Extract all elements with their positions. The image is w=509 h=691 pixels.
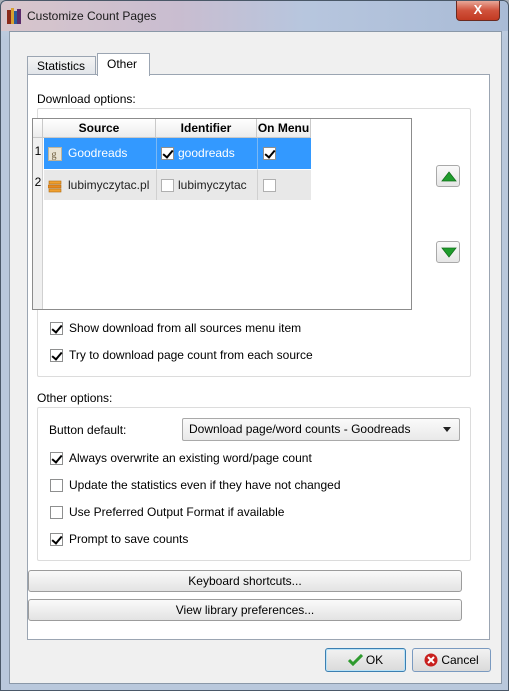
window-title: Customize Count Pages [27,9,157,23]
chevron-down-icon [443,427,451,432]
title-bar[interactable]: Customize Count Pages X [1,1,508,31]
always-overwrite-checkbox[interactable] [50,452,63,466]
prompt-save-option[interactable]: Prompt to save counts [50,532,189,547]
dialog-client: Statistics Other Download options: Sourc… [9,31,502,684]
sources-table[interactable]: Source Identifier On Menu 1 2 g Goodread… [32,118,412,310]
on-menu-checkbox[interactable] [263,179,276,193]
update-statistics-checkbox[interactable] [50,479,63,493]
always-overwrite-option[interactable]: Always overwrite an existing word/page c… [50,451,312,466]
option-label: Try to download page count from each sou… [69,348,313,362]
on-menu-cell[interactable] [257,138,311,169]
identifier-cell[interactable]: lubimyczytac [156,169,257,200]
identifier-cell[interactable]: goodreads [156,138,257,169]
download-options-label: Download options: [37,92,136,106]
down-arrow-icon [441,247,457,258]
identifier-checkbox[interactable] [161,179,174,193]
row-number: 2 [34,175,42,189]
source-cell[interactable]: g Goodreads [44,138,156,169]
button-default-select[interactable]: Download page/word counts - Goodreads [182,418,460,441]
column-header-source[interactable]: Source [43,119,156,138]
option-label: Update the statistics even if they have … [69,478,341,492]
book-stack-icon [47,180,62,193]
up-arrow-icon [441,171,457,182]
on-menu-cell[interactable] [257,169,311,200]
column-header-on-menu[interactable]: On Menu [257,119,311,138]
table-header: Source Identifier On Menu [33,119,411,138]
cancel-label: Cancel [441,653,479,667]
svg-text:g: g [52,149,57,160]
show-download-all-checkbox[interactable] [50,322,63,336]
identifier-checkbox[interactable] [161,147,174,161]
show-download-all-option[interactable]: Show download from all sources menu item [50,321,302,336]
on-menu-checkbox[interactable] [263,147,276,161]
update-statistics-option[interactable]: Update the statistics even if they have … [50,478,341,493]
option-label: Always overwrite an existing word/page c… [69,451,312,465]
goodreads-icon: g [48,146,62,161]
keyboard-shortcuts-button[interactable]: Keyboard shortcuts... [28,570,462,592]
checkmark-icon [347,653,363,666]
tab-statistics[interactable]: Statistics [27,56,96,76]
preferred-format-option[interactable]: Use Preferred Output Format if available [50,505,285,520]
cancel-button[interactable]: Cancel [412,648,491,672]
source-name: lubimyczytac.pl [68,178,150,192]
cancel-icon [424,653,438,667]
tab-other[interactable]: Other [97,53,150,76]
row-number: 1 [34,144,42,158]
view-library-preferences-button[interactable]: View library preferences... [28,599,462,621]
identifier-value: goodreads [178,146,235,160]
prompt-save-checkbox[interactable] [50,533,63,547]
identifier-value: lubimyczytac [178,178,247,192]
source-name: Goodreads [68,146,128,160]
row-number-column [33,138,43,309]
move-down-button[interactable] [436,241,460,263]
ok-label: OK [365,653,384,667]
app-books-icon [7,8,21,24]
option-label: Use Preferred Output Format if available [69,505,285,519]
preferred-format-checkbox[interactable] [50,506,63,520]
try-download-each-checkbox[interactable] [50,349,63,363]
button-default-label: Button default: [49,423,127,437]
header-corner [33,119,43,138]
source-cell[interactable]: lubimyczytac.pl [44,169,156,200]
option-label: Show download from all sources menu item [69,321,302,335]
dialog-window: Customize Count Pages X Statistics Other… [0,0,509,691]
move-up-button[interactable] [436,165,460,187]
close-button[interactable]: X [456,1,500,21]
column-header-identifier[interactable]: Identifier [156,119,257,138]
try-download-each-option[interactable]: Try to download page count from each sou… [50,348,313,363]
option-label: Prompt to save counts [69,532,189,546]
button-default-value: Download page/word counts - Goodreads [189,422,411,436]
ok-button[interactable]: OK [325,648,406,672]
other-options-label: Other options: [37,391,113,405]
